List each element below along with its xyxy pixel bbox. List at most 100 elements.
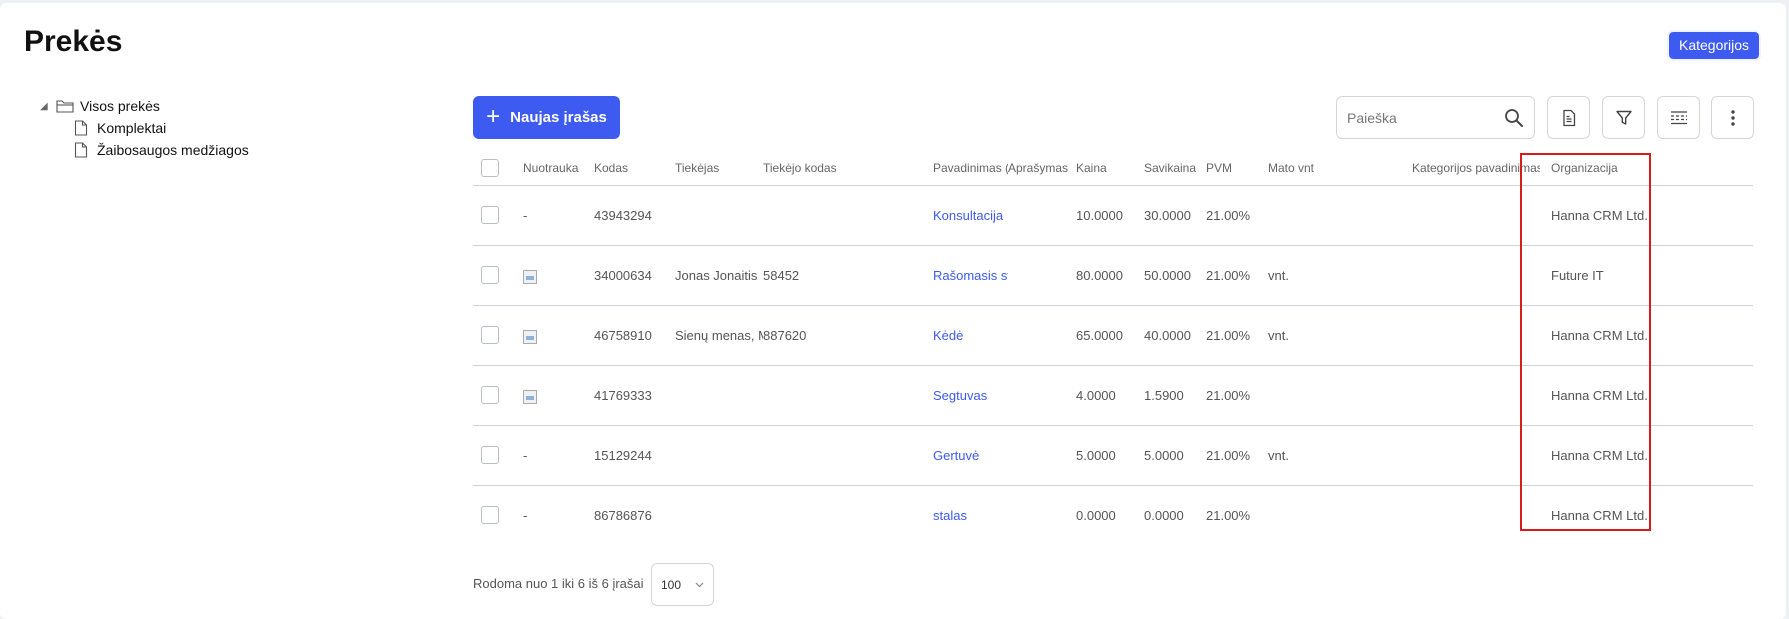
row-select-cell [473,425,523,486]
export-button[interactable] [1547,96,1590,139]
more-vertical-icon [1730,109,1735,126]
categories-button[interactable]: Kategorijos [1666,30,1762,61]
pagination-summary: Rodoma nuo 1 iki 6 iš 6 įrašai [473,576,644,591]
column-header[interactable]: PVM [1206,151,1268,186]
category-tree: ◢ Visos prekės Komplektai Žaibosaugos me… [40,95,249,161]
organization-cell: Hanna CRM Ltd. [1551,507,1648,523]
column-header[interactable]: Kategorijos pavadinimas [1412,151,1540,186]
supplier-cell [675,425,763,486]
table-row[interactable]: -43943294 Konsultacija 10.0000 30.0000 21.00… [473,185,1753,246]
unit-cell: vnt. [1268,425,1412,486]
price-cell: 80.0000 [1076,245,1144,306]
unit-cell [1268,485,1412,545]
description-cell [1008,245,1076,306]
supplier-cell [675,485,763,545]
row-select-cell [473,245,523,306]
product-name-link[interactable]: Segtuvas [933,388,987,403]
column-header[interactable]: Nuotrauka [523,151,594,186]
supplier-code-cell: 58452 [763,245,933,306]
vat-cell: 21.00% [1206,365,1268,426]
product-name-link[interactable]: Rašomasis stalas (baltas) [933,268,1008,283]
supplier-code-cell [763,185,933,246]
file-icon [74,142,88,158]
price-cell: 5.0000 [1076,425,1144,486]
product-name-link[interactable]: Gertuvė [933,448,979,463]
filter-button[interactable] [1602,96,1645,139]
price-cell: 10.0000 [1076,185,1144,246]
products-table: Nuotrauka Kodas Tiekėjas Tiekėjo kodas P… [473,151,1753,545]
broken-image-icon [523,329,537,344]
plus-icon: + [486,102,501,130]
column-header[interactable]: Savikaina [1144,151,1206,186]
new-record-button[interactable]: + Naujas įrašas [473,96,620,139]
name-cell: stalas [933,485,1008,545]
code-cell: 43943294 [594,185,675,246]
description-cell [1008,305,1076,366]
search-box [1336,96,1535,139]
price-cell: 0.0000 [1076,507,1116,523]
row-checkbox[interactable] [481,326,499,344]
row-checkbox[interactable] [481,386,499,404]
select-all-cell [473,151,523,186]
name-cell: Gertuvė [933,425,1008,486]
column-header[interactable]: Tiekėjo kodas [763,151,933,186]
cost-cell: 0.0000 [1144,507,1184,523]
column-header[interactable]: Kodas [594,151,675,186]
supplier-code-cell: 887620 [763,305,933,366]
tree-item-label: Žaibosaugos medžiagos [97,142,249,158]
table-row[interactable]: - 86786876 stalas 0.0000 0.0000 21.00% Hanna C… [473,485,1753,545]
organization-cell: Hanna CRM Ltd. [1540,365,1753,426]
supplier-code-cell [763,365,933,426]
table-row[interactable]: 41769333 Segtuvas 4.0000 1.5900 21.00% Hanna … [473,365,1753,426]
select-all-checkbox[interactable] [481,158,499,177]
vat-cell: 21.00% [1206,425,1268,486]
vat-cell: 21.00% [1206,185,1268,246]
table-row[interactable]: 46758910Sienų menas, MB887620Kėdė 65.0000… [473,305,1753,366]
category-cell [1412,305,1540,366]
search-icon[interactable] [1504,108,1524,128]
category-cell [1412,425,1540,486]
product-name-link[interactable]: Kėdė [933,328,963,343]
page-size-value: 100 [661,578,682,592]
page: Prekės Kategorijos ◢ Visos prekės Komple… [0,3,1786,619]
supplier-code-cell [763,425,933,486]
column-header[interactable]: Pavadinimas (LT) [933,151,1008,186]
product-name-link[interactable]: stalas [933,508,967,523]
tree-item-komplektai[interactable]: Komplektai [40,117,249,139]
column-header[interactable]: Tiekėjas [675,151,763,186]
column-header[interactable]: Aprašymas [1008,151,1076,186]
name-cell: Rašomasis stalas (baltas) [933,245,1008,306]
unit-cell [1268,185,1412,246]
column-header[interactable]: Kaina [1076,151,1144,186]
columns-icon [1670,110,1687,124]
row-select-cell [473,305,523,366]
table-row[interactable]: 34000634Jonas Jonaitis58452Rašomasis sta… [473,245,1753,306]
page-title: Prekės [24,25,123,58]
table-row[interactable]: -15129244 Gertuvė 5.0000 5.0000 21.00% vnt. Ha… [473,425,1753,486]
columns-button[interactable] [1657,96,1700,139]
filter-icon [1615,110,1632,125]
tree-item-zaibosaugos[interactable]: Žaibosaugos medžiagos [40,139,249,161]
unit-cell: vnt. [1268,305,1412,366]
category-cell [1412,365,1540,426]
category-cell [1412,485,1540,545]
photo-cell: - [523,425,594,486]
table-header-row: Nuotrauka Kodas Tiekėjas Tiekėjo kodas P… [473,151,1753,186]
search-input[interactable] [1347,108,1497,128]
row-checkbox[interactable] [481,446,499,464]
chevron-down-icon [695,582,704,588]
tree-collapse-icon[interactable]: ◢ [40,101,54,112]
row-checkbox[interactable] [481,266,499,284]
page-size-select[interactable]: 100 [651,563,714,606]
organization-cell: Hanna CRM Ltd. [1540,305,1753,366]
product-name-link[interactable]: Konsultacija [933,208,1003,223]
name-cell: Konsultacija [933,185,1008,246]
column-header: Organizacija [1540,151,1753,186]
column-header[interactable]: Mato vnt [1268,151,1412,186]
category-cell [1412,245,1540,306]
row-checkbox[interactable] [481,506,499,525]
more-button[interactable] [1711,96,1754,139]
tree-item-all-products[interactable]: ◢ Visos prekės [40,95,249,117]
row-checkbox[interactable] [481,206,499,224]
new-record-label: Naujas įrašas [510,109,607,126]
